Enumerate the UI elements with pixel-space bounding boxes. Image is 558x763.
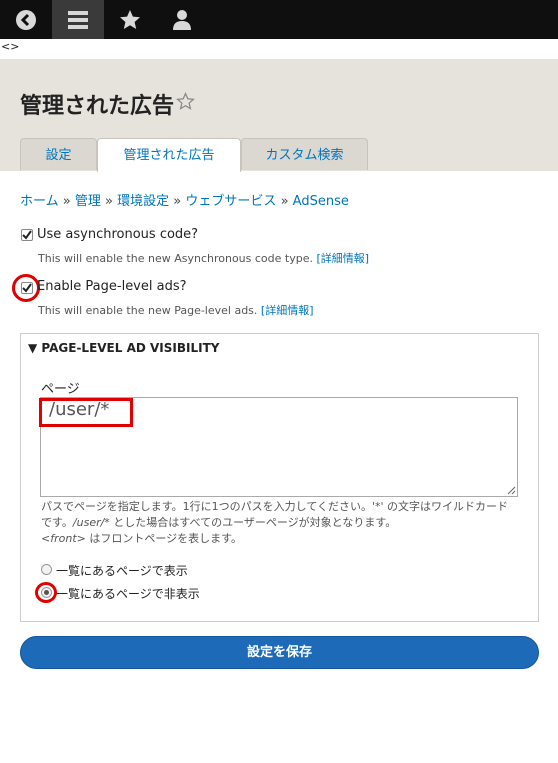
async-more-info-link[interactable]: [詳細情報] xyxy=(316,252,369,265)
menu-icon xyxy=(68,11,88,29)
resize-handle-icon[interactable] xyxy=(507,486,516,495)
breadcrumb-separator: » xyxy=(62,194,71,209)
user-icon xyxy=(173,10,191,30)
shortcuts-button[interactable] xyxy=(104,0,156,39)
breadcrumb-separator: » xyxy=(280,194,289,209)
breadcrumb-web-services[interactable]: ウェブサービス xyxy=(185,194,276,209)
page-title: 管理された広告 xyxy=(20,94,175,119)
async-description: This will enable the new Asynchronous co… xyxy=(38,250,369,266)
arrows-text: <> xyxy=(1,40,20,53)
breadcrumb-separator: » xyxy=(173,194,182,209)
help-example: /user/* xyxy=(72,516,110,529)
checkmark-icon xyxy=(22,230,32,240)
visibility-legend-label: PAGE-LEVEL AD VISIBILITY xyxy=(41,341,220,355)
pages-label: ページ xyxy=(41,382,80,397)
pagelevel-checkbox[interactable] xyxy=(21,282,33,294)
pagelevel-label: Enable Page-level ads? xyxy=(37,279,187,294)
user-button[interactable] xyxy=(156,0,208,39)
async-checkbox[interactable] xyxy=(21,229,33,241)
breadcrumb-adsense[interactable]: AdSense xyxy=(293,194,349,209)
save-button[interactable]: 設定を保存 xyxy=(20,636,539,669)
tab-managed-ads[interactable]: 管理された広告 xyxy=(97,138,241,172)
visibility-legend[interactable]: ▼ PAGE-LEVEL AD VISIBILITY xyxy=(28,341,219,355)
help-front: <front> xyxy=(41,532,86,545)
pages-help-text: パスでページを指定します。1行に1つのパスを入力してください。'*' の文字はワ… xyxy=(41,499,519,547)
shortcut-star-icon[interactable] xyxy=(176,92,195,111)
admin-toolbar xyxy=(0,0,558,39)
async-label: Use asynchronous code? xyxy=(37,227,199,242)
async-description-text: This will enable the new Asynchronous co… xyxy=(38,252,313,265)
highlight-box xyxy=(39,398,133,427)
tab-custom-search[interactable]: カスタム検索 xyxy=(241,138,368,170)
breadcrumb-home[interactable]: ホーム xyxy=(20,194,59,209)
help-text-2: とした場合はすべてのユーザーページが対象となります。 xyxy=(109,516,397,529)
tab-settings[interactable]: 設定 xyxy=(20,138,97,170)
pagelevel-description-text: This will enable the new Page-level ads. xyxy=(38,304,258,317)
show-radio-label: 一覧にあるページで表示 xyxy=(56,564,188,578)
back-button[interactable] xyxy=(0,0,52,39)
breadcrumb: ホーム » 管理 » 環境設定 » ウェブサービス » AdSense xyxy=(20,190,349,209)
show-radio[interactable] xyxy=(41,564,52,575)
breadcrumb-admin[interactable]: 管理 xyxy=(75,194,101,209)
hide-radio[interactable] xyxy=(41,587,52,598)
menu-button[interactable] xyxy=(52,0,104,39)
back-circle-icon xyxy=(16,10,36,30)
pagelevel-more-info-link[interactable]: [詳細情報] xyxy=(261,304,314,317)
breadcrumb-separator: » xyxy=(105,194,113,209)
checkmark-icon xyxy=(22,283,32,293)
star-icon xyxy=(120,10,140,29)
triangle-down-icon: ▼ xyxy=(28,341,38,355)
hide-radio-label: 一覧にあるページで非表示 xyxy=(56,587,200,601)
help-text-3: はフロントページを表します。 xyxy=(85,532,243,545)
pagelevel-description: This will enable the new Page-level ads.… xyxy=(38,302,314,318)
breadcrumb-config[interactable]: 環境設定 xyxy=(117,194,169,209)
